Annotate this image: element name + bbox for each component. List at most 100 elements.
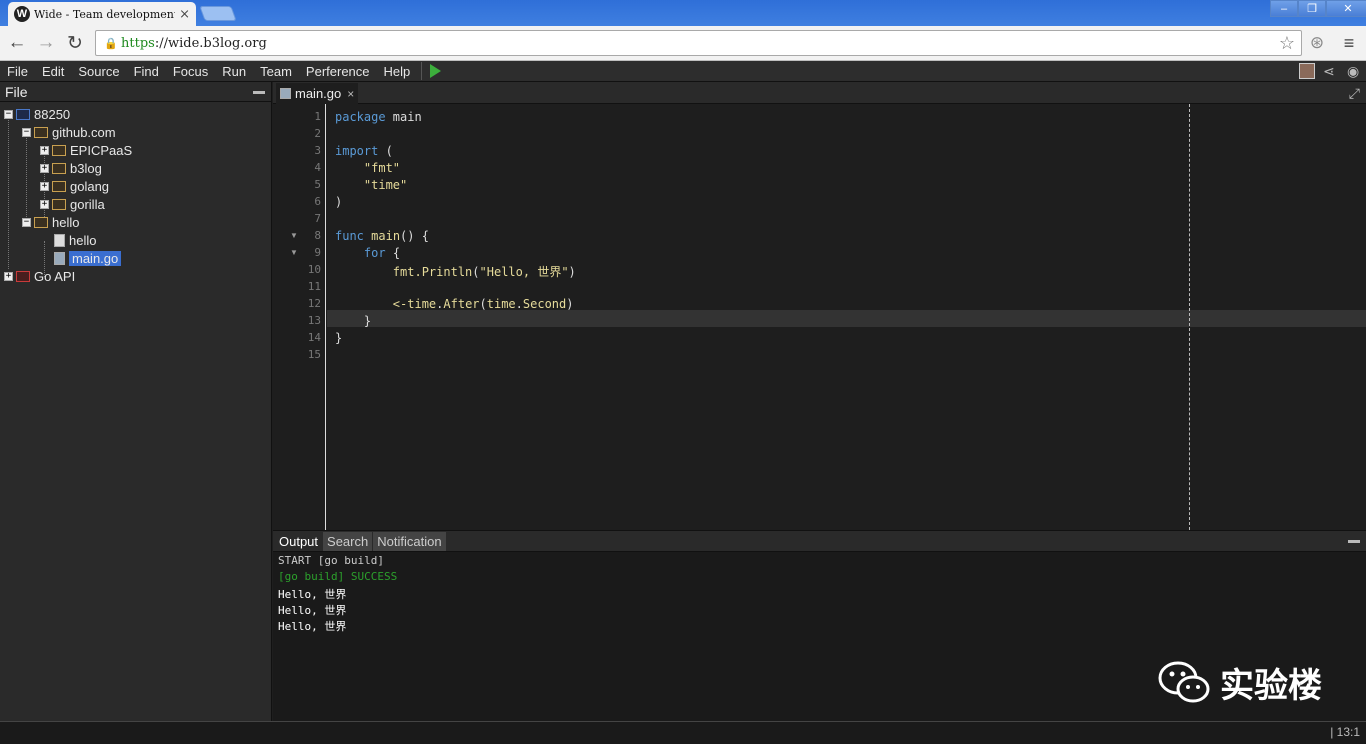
line-gutter: ▼ ▼ 1 2 3 4 5 6 7 8 9 10 11 12 13 14 15 (273, 104, 326, 530)
status-bar: | 13:1 (0, 721, 1366, 744)
output-tabs: Output Search Notification (273, 531, 1366, 552)
close-window-button[interactable]: ✕ (1326, 0, 1366, 17)
go-file-icon (54, 251, 65, 265)
reload-icon[interactable]: ↻ (63, 32, 87, 54)
menu-team[interactable]: Team (253, 64, 299, 79)
file-icon (54, 233, 65, 247)
url-host: ://wide.b3log.org (154, 35, 267, 51)
tab-search[interactable]: Search (323, 532, 373, 551)
share-icon[interactable]: ⋖ (1323, 63, 1335, 80)
line-number: 2 (314, 127, 321, 140)
api-folder-icon (16, 270, 30, 282)
back-arrow-icon[interactable]: ← (5, 32, 29, 54)
url-text: https://wide.b3log.org (121, 36, 267, 51)
window-controls: ‒ ❐ ✕ (1270, 0, 1366, 18)
folder-icon (52, 198, 66, 210)
minimize-panel-icon[interactable] (253, 91, 265, 94)
folder-icon (52, 162, 66, 174)
tree-node-epicpaas[interactable]: + EPICPaaS (40, 141, 132, 159)
forward-arrow-icon[interactable]: → (34, 32, 58, 54)
expand-icon[interactable]: + (4, 271, 13, 281)
output-line: Hello, 世界 (278, 620, 347, 633)
tab-close-icon[interactable]: × (179, 7, 190, 22)
output-body: START [go build] [go build] SUCCESS Hell… (273, 552, 1366, 634)
folder-icon (52, 144, 66, 156)
line-number: 11 (307, 280, 321, 293)
folder-icon (34, 216, 48, 228)
collapse-icon[interactable]: − (22, 217, 31, 227)
wechat-icon (1158, 661, 1210, 702)
code-editor: main.go × ⤢ ▼ ▼ 1 2 3 4 5 6 7 8 9 10 11 … (273, 82, 1366, 530)
code-line: } (335, 331, 343, 345)
tree-node-golang[interactable]: + golang (40, 177, 109, 195)
line-number: 3 (314, 144, 321, 157)
close-tab-icon[interactable]: × (347, 87, 354, 101)
menu-file[interactable]: File (0, 64, 35, 79)
tab-title: Wide - Team development (34, 7, 176, 21)
tab-output[interactable]: Output (275, 532, 323, 551)
extension-icon[interactable]: ⊛ (1305, 32, 1329, 54)
file-panel-title: File (5, 83, 28, 100)
tree-node-main-go[interactable]: main.go (54, 249, 122, 267)
menu-perference[interactable]: Perference (299, 64, 377, 79)
menu-help[interactable]: Help (377, 64, 418, 79)
tree-label: Go API (34, 268, 76, 284)
line-number: 14 (307, 331, 321, 344)
expand-icon[interactable]: + (40, 181, 49, 191)
file-panel-header: File (0, 82, 271, 102)
code-line: "fmt" (363, 161, 401, 175)
minimize-button[interactable]: ‒ (1270, 0, 1298, 17)
folder-icon (34, 126, 48, 138)
output-line: Hello, 世界 (278, 604, 347, 617)
chrome-menu-icon[interactable]: ≡ (1337, 32, 1361, 54)
code-line: } (335, 314, 372, 328)
browser-tabstrip: W Wide - Team development × ‒ ❐ ✕ (0, 0, 1366, 26)
avatar[interactable] (1299, 63, 1315, 79)
tree-node-hello-binary[interactable]: hello (54, 231, 96, 249)
menu-source[interactable]: Source (71, 64, 126, 79)
menu-divider (421, 62, 423, 80)
tree-node-gorilla[interactable]: + gorilla (40, 195, 105, 213)
editor-tab-label: main.go (295, 86, 342, 101)
minimize-output-icon[interactable] (1348, 540, 1360, 543)
lock-icon: 🔒 (104, 38, 118, 50)
watermark: 实验楼 (1158, 658, 1322, 707)
tree-node-hello-folder[interactable]: − hello (22, 213, 79, 231)
tree-node-b3log[interactable]: + b3log (40, 159, 102, 177)
code-line: func main() { (335, 229, 429, 243)
tree-node-github[interactable]: − github.com (22, 123, 116, 141)
run-play-icon[interactable] (430, 64, 442, 78)
tree-node-go-api[interactable]: + Go API (4, 267, 75, 285)
expand-icon[interactable]: + (40, 163, 49, 173)
tree-node-88250[interactable]: − 88250 (4, 105, 70, 123)
code-area[interactable]: package main import ( "fmt" "time" ) fun… (327, 104, 1366, 530)
line-number: 13 (307, 314, 321, 327)
code-line: import ( (335, 144, 393, 158)
menu-find[interactable]: Find (127, 64, 166, 79)
menu-edit[interactable]: Edit (35, 64, 71, 79)
editor-tab-main-go[interactable]: main.go × (276, 83, 359, 104)
output-line: [go build] SUCCESS (278, 570, 398, 583)
bookmark-star-icon[interactable]: ☆ (1279, 33, 1295, 54)
line-number: 15 (307, 348, 321, 361)
collapse-icon[interactable]: − (4, 109, 13, 119)
collapse-icon[interactable]: − (22, 127, 31, 137)
browser-tab[interactable]: W Wide - Team development × (8, 2, 196, 26)
restore-button[interactable]: ❐ (1298, 0, 1326, 17)
tree-label: 88250 (34, 106, 71, 122)
expand-icon[interactable]: + (40, 199, 49, 209)
github-icon[interactable]: ◉ (1347, 63, 1359, 80)
ide-menubar: File Edit Source Find Focus Run Team Per… (0, 61, 1366, 82)
new-tab-button[interactable] (199, 6, 237, 21)
menu-run[interactable]: Run (215, 64, 253, 79)
menu-focus[interactable]: Focus (166, 64, 215, 79)
maximize-icon[interactable]: ⤢ (1349, 85, 1360, 102)
line-number: 7 (314, 212, 321, 225)
watermark-text: 实验楼 (1220, 666, 1322, 706)
address-bar[interactable]: 🔒 https://wide.b3log.org ☆ (95, 30, 1302, 56)
tab-notification[interactable]: Notification (373, 532, 446, 551)
output-line: START [go build] (278, 554, 384, 567)
line-number: 8 (314, 229, 321, 242)
expand-icon[interactable]: + (40, 145, 49, 155)
tree-label-selected: main.go (69, 250, 122, 266)
